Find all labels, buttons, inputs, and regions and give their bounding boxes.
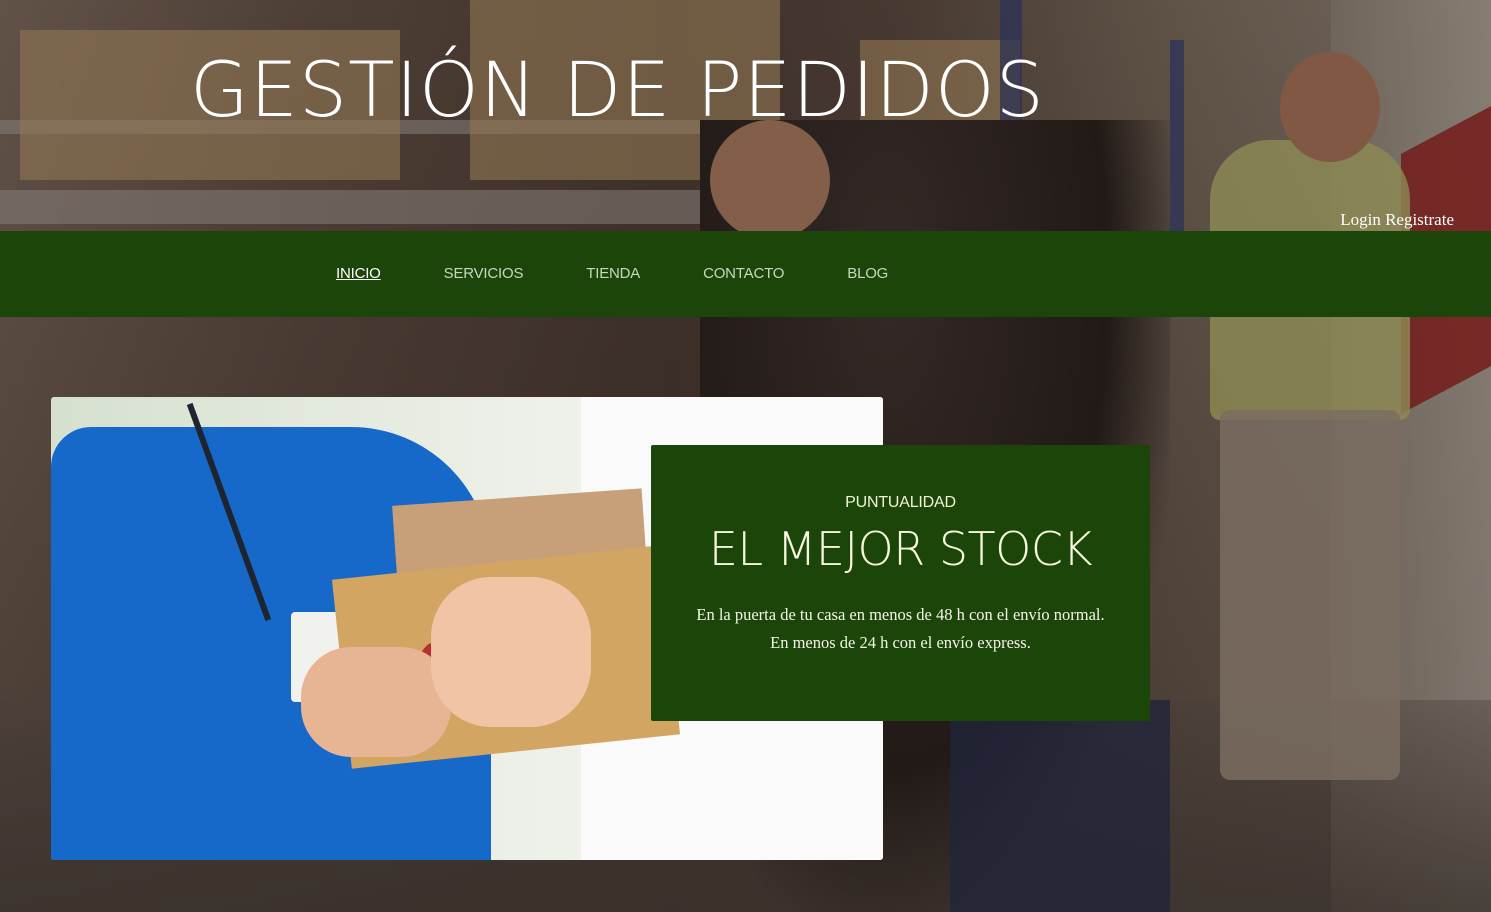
register-link[interactable]: Registrate xyxy=(1385,210,1454,229)
nav-link-servicios[interactable]: SERVICIOS xyxy=(444,265,524,282)
main-nav: INICIO SERVICIOS TIENDA CONTACTO BLOG xyxy=(0,231,1491,317)
nav-link-blog[interactable]: BLOG xyxy=(847,265,888,282)
site-title: GESTIÓN DE PEDIDOS xyxy=(190,45,1045,134)
nav-link-tienda[interactable]: TIENDA xyxy=(586,265,640,282)
feature-description: En la puerta de tu casa en menos de 48 h… xyxy=(696,604,1105,652)
login-link[interactable]: Login xyxy=(1340,210,1381,229)
nav-item-tienda: TIENDA xyxy=(586,265,640,283)
nav-link-contacto[interactable]: CONTACTO xyxy=(703,265,784,282)
feature-eyebrow: PUNTUALIDAD xyxy=(845,494,956,511)
customer-hand xyxy=(431,577,591,727)
courier-hand xyxy=(301,647,451,757)
nav-item-blog: BLOG xyxy=(847,265,888,283)
nav-list: INICIO SERVICIOS TIENDA CONTACTO BLOG xyxy=(336,265,951,283)
nav-item-servicios: SERVICIOS xyxy=(444,265,524,283)
nav-item-contacto: CONTACTO xyxy=(703,265,784,283)
nav-link-inicio[interactable]: INICIO xyxy=(336,265,381,282)
feature-card: PUNTUALIDAD EL MEJOR STOCK En la puerta … xyxy=(651,445,1150,721)
feature-heading: EL MEJOR STOCK xyxy=(708,522,1093,576)
nav-item-inicio: INICIO xyxy=(336,265,381,283)
auth-links: Login Registrate xyxy=(1340,210,1454,230)
